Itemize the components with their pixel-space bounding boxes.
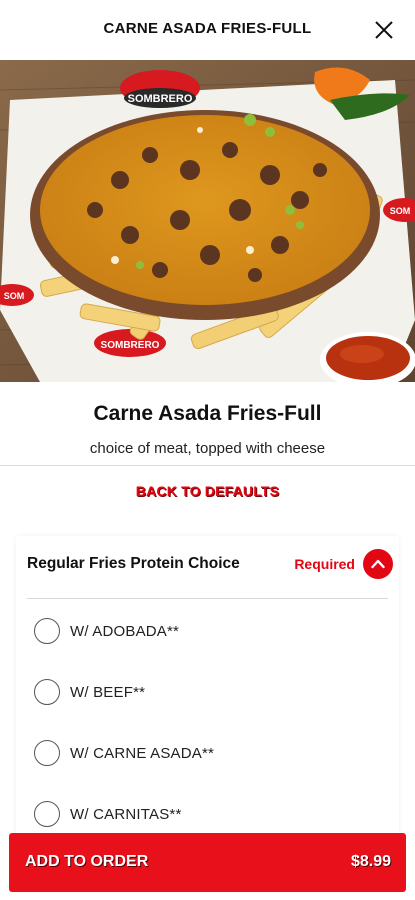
- required-badge: Required: [294, 556, 355, 572]
- item-name: Carne Asada Fries-Full: [93, 402, 322, 425]
- close-button[interactable]: [373, 19, 395, 41]
- option-adobada[interactable]: W/ ADOBADA**: [34, 616, 374, 648]
- modifier-group-title: Regular Fries Protein Choice: [27, 555, 240, 572]
- option-carnitas[interactable]: W/ CARNITAS**: [34, 799, 374, 831]
- svg-text:SOM: SOM: [390, 206, 411, 216]
- sombrero-logo: SOMBRERO: [120, 70, 200, 108]
- modifier-group-header[interactable]: Regular Fries Protein Choice Required: [16, 536, 399, 598]
- svg-text:SOMBRERO: SOMBRERO: [101, 340, 160, 351]
- divider: [27, 598, 388, 599]
- option-label: W/ CARNITAS**: [70, 806, 182, 823]
- option-label: W/ ADOBADA**: [70, 623, 180, 640]
- add-to-order-button[interactable]: ADD TO ORDER $8.99: [9, 833, 406, 892]
- close-icon: [375, 21, 393, 39]
- radio-button[interactable]: [34, 679, 60, 705]
- option-beef[interactable]: W/ BEEF**: [34, 677, 374, 709]
- page-title: CARNE ASADA FRIES-FULL: [103, 20, 312, 37]
- option-carne-asada[interactable]: W/ CARNE ASADA**: [34, 738, 374, 770]
- item-description: choice of meat, topped with cheese: [89, 440, 326, 457]
- divider: [0, 465, 415, 466]
- svg-text:SOM: SOM: [4, 291, 25, 301]
- order-price: $8.99: [350, 853, 391, 870]
- back-to-defaults-link[interactable]: BACK TO DEFAULTS: [0, 483, 415, 499]
- radio-button[interactable]: [34, 740, 60, 766]
- option-label: W/ CARNE ASADA**: [70, 745, 215, 762]
- option-label: W/ BEEF**: [70, 684, 146, 701]
- item-photo: SOMBRERO SOMBRERO SOM SOM: [0, 60, 415, 382]
- radio-button[interactable]: [34, 801, 60, 827]
- modifier-group-card: Regular Fries Protein Choice Required W/…: [16, 536, 399, 856]
- add-to-order-label: ADD TO ORDER: [25, 853, 149, 870]
- svg-text:SOMBRERO: SOMBRERO: [128, 93, 193, 105]
- radio-button[interactable]: [34, 618, 60, 644]
- header: CARNE ASADA FRIES-FULL: [0, 0, 415, 60]
- collapse-group-button[interactable]: [363, 549, 393, 579]
- chevron-up-icon: [371, 559, 385, 569]
